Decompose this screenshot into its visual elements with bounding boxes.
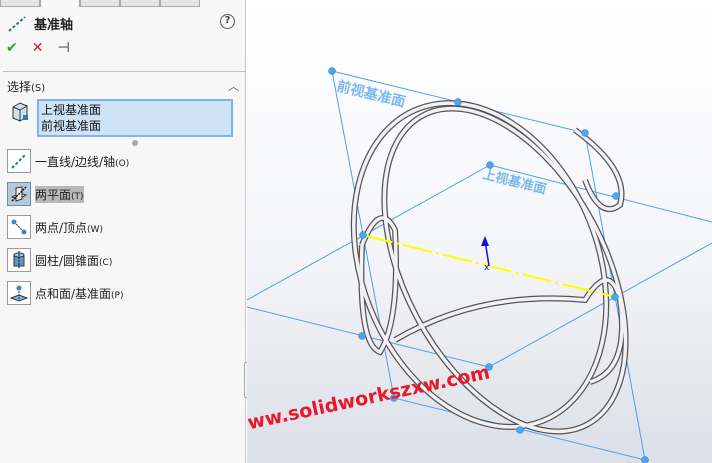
option-label: 两平面(T) <box>35 185 84 203</box>
section-title: 选择 <box>7 80 32 94</box>
option-label: 圆柱/圆锥面(C) <box>35 253 113 268</box>
divider <box>3 71 246 72</box>
selection-item[interactable]: 前视基准面 <box>41 118 229 134</box>
option-label: 一直线/边线/轴(O) <box>35 154 130 169</box>
tab-configuration-manager[interactable] <box>80 0 120 7</box>
tab-feature-manager[interactable] <box>0 0 40 7</box>
option-label: 点和面/基准面(P) <box>35 286 124 301</box>
two-planes-icon <box>7 182 31 206</box>
selection-list[interactable]: 上视基准面 前视基准面 <box>37 99 233 137</box>
manager-tabs <box>0 0 246 7</box>
option-cylinder-cone[interactable]: 圆柱/圆锥面(C) <box>7 248 112 272</box>
help-button[interactable]: ? <box>220 14 235 29</box>
origin-triad-icon: x <box>481 236 490 273</box>
property-manager: 基准轴 ? ✔ ✕ ⊣ 选择(S) ︿ 上视基准面 前视基准面 一直线/边线/轴… <box>0 0 246 463</box>
section-shortcut: (S) <box>31 83 46 94</box>
collapse-chevron-icon[interactable]: ︿ <box>228 78 239 94</box>
option-label: 两点/顶点(W) <box>35 220 103 235</box>
selection-item[interactable]: 上视基准面 <box>41 102 229 118</box>
graphics-viewport[interactable]: 前视基准面 上视基准面 x www.solidworkszxw.com <box>247 0 712 463</box>
section-selections-header[interactable]: 选择(S) <box>7 78 45 95</box>
option-point-face[interactable]: 点和面/基准面(P) <box>7 281 124 305</box>
resize-handle[interactable] <box>132 140 138 146</box>
front-plane-label: 前视基准面 <box>335 77 407 110</box>
cylinder-icon <box>7 248 31 272</box>
two-points-icon <box>7 215 31 239</box>
option-two-points[interactable]: 两点/顶点(W) <box>7 215 103 239</box>
option-two-planes[interactable]: 两平面(T) <box>7 182 84 206</box>
watermark: www.solidworkszxw.com <box>247 361 492 438</box>
line-axis-icon <box>7 149 31 173</box>
svg-text:x: x <box>484 263 490 273</box>
point-plane-icon <box>7 281 31 305</box>
top-plane[interactable] <box>247 164 712 368</box>
tab-dimxpert[interactable] <box>120 0 160 7</box>
option-line-edge-axis[interactable]: 一直线/边线/轴(O) <box>7 149 129 173</box>
pin-button[interactable]: ⊣ <box>57 40 70 56</box>
panel-header: 基准轴 <box>8 14 73 33</box>
panel-title: 基准轴 <box>34 18 74 33</box>
tab-display-manager[interactable] <box>160 0 200 7</box>
tab-property-manager[interactable] <box>40 0 80 7</box>
cancel-button[interactable]: ✕ <box>32 40 44 56</box>
face-selection-icon <box>12 102 28 122</box>
reference-axis-icon <box>8 15 26 32</box>
accept-button[interactable]: ✔ <box>6 40 18 56</box>
